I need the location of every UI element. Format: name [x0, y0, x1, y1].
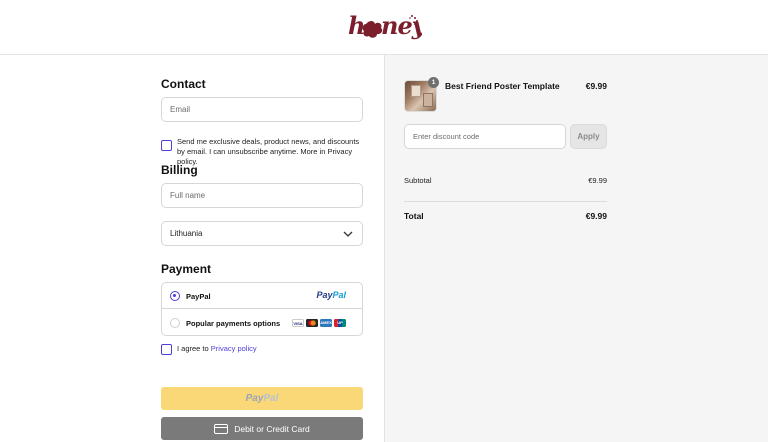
marketing-optin-checkbox[interactable]	[161, 140, 172, 151]
unionpay-icon: UP	[334, 319, 346, 327]
total-value: €9.99	[585, 211, 607, 221]
visa-icon: VISA	[292, 319, 304, 327]
quantity-badge: 1	[428, 77, 439, 88]
product-price: €9.99	[585, 81, 607, 91]
discount-code-input[interactable]: Enter discount code	[404, 124, 566, 149]
marketing-optin-label: Send me exclusive deals, product news, a…	[177, 137, 360, 166]
paypal-logo-icon: PayPal	[316, 290, 346, 300]
summary-divider	[404, 201, 607, 202]
subtotal-value: €9.99	[588, 176, 607, 185]
paypal-checkout-button[interactable]: PayPal	[161, 387, 363, 410]
country-select[interactable]: Lithuania	[161, 221, 363, 246]
privacy-policy-link[interactable]: Privacy policy	[211, 344, 257, 353]
mastercard-icon	[306, 319, 318, 327]
payment-options: PayPal PayPal Popular payments options V…	[161, 282, 363, 336]
payment-heading: Payment	[161, 262, 212, 276]
billing-heading: Billing	[161, 163, 198, 177]
product-name: Best Friend Poster Template	[445, 81, 560, 91]
svg-text:h: h	[348, 11, 364, 40]
payment-option-cards[interactable]: Popular payments options VISA AMEX UP	[162, 310, 362, 336]
honey-logo-icon: h ney	[348, 11, 429, 40]
header: h ney	[0, 0, 768, 55]
contact-heading: Contact	[161, 77, 206, 91]
credit-card-icon	[214, 423, 229, 434]
privacy-agree-label: I agree to Privacy policy	[177, 344, 257, 353]
card-checkout-button[interactable]: Debit or Credit Card	[161, 417, 363, 440]
cards-radio[interactable]	[170, 318, 180, 328]
apply-discount-button[interactable]: Apply	[570, 124, 607, 149]
card-brands: VISA AMEX UP	[292, 319, 346, 328]
cards-option-label: Popular payments options	[186, 319, 281, 328]
privacy-agree-checkbox[interactable]	[161, 344, 172, 355]
chevron-down-icon	[343, 231, 353, 237]
order-summary-panel	[384, 55, 768, 442]
paypal-option-label: PayPal	[186, 292, 211, 301]
email-field[interactable]: Email	[161, 97, 363, 122]
payment-option-paypal[interactable]: PayPal PayPal	[162, 283, 362, 309]
svg-text:ney: ney	[381, 11, 422, 40]
paypal-radio[interactable]	[170, 291, 180, 301]
amex-icon: AMEX	[320, 319, 332, 327]
subtotal-label: Subtotal	[404, 176, 432, 185]
card-checkout-label: Debit or Credit Card	[234, 423, 310, 434]
brand-logo[interactable]: h ney	[346, 10, 429, 42]
total-label: Total	[404, 211, 424, 221]
full-name-field[interactable]: Full name	[161, 183, 363, 208]
country-value: Lithuania	[170, 229, 203, 238]
